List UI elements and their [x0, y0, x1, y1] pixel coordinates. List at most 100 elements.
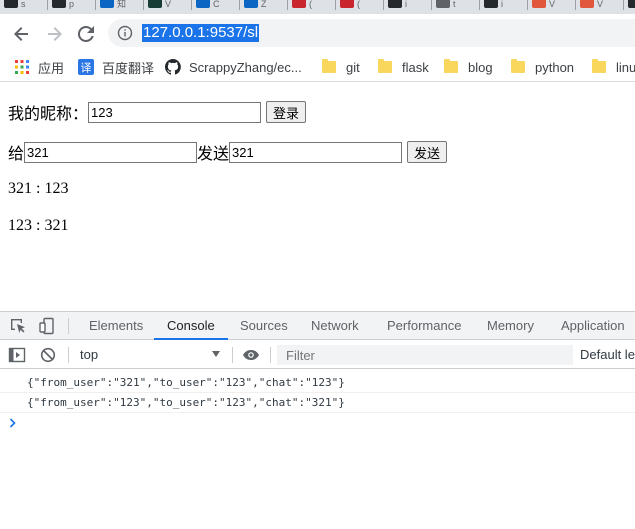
browser-tab[interactable]: 知 — [96, 0, 144, 14]
bookmark-folder-linux[interactable]: linu — [592, 58, 635, 76]
message-input[interactable] — [229, 141, 403, 163]
favicon-icon — [532, 0, 546, 8]
favicon-icon — [340, 0, 354, 8]
log-levels-dropdown[interactable]: Default le — [580, 347, 635, 362]
send-button[interactable]: 发送 — [407, 141, 448, 163]
bookmark-folder-blog[interactable]: blog — [444, 58, 493, 76]
bookmark-label: python — [535, 59, 575, 75]
favicon-icon — [4, 0, 18, 8]
translate-icon: 译 — [78, 59, 94, 75]
devtools-panel: Elements Console Sources Network Perform… — [0, 311, 635, 528]
tab-title: s — [21, 0, 26, 9]
bookmark-apps[interactable]: 应用 — [14, 58, 64, 76]
device-toolbar-icon[interactable] — [38, 317, 56, 335]
login-button[interactable]: 登录 — [266, 101, 307, 123]
info-icon[interactable] — [117, 25, 133, 41]
back-button[interactable] — [10, 22, 34, 46]
eye-icon[interactable] — [242, 346, 260, 364]
tab-performance[interactable]: Performance — [387, 312, 461, 340]
favicon-icon — [628, 0, 635, 8]
browser-tab[interactable]: V — [144, 0, 192, 14]
tab-elements[interactable]: Elements — [89, 312, 143, 340]
dropdown-arrow-icon[interactable] — [212, 351, 220, 357]
toolbar-divider — [68, 347, 69, 363]
favicon-icon — [244, 0, 258, 8]
sidebar-toggle-icon[interactable] — [8, 346, 26, 364]
send-form: 给 发送 发送 — [8, 140, 448, 164]
browser-tab[interactable]: V — [528, 0, 576, 14]
browser-tab[interactable]: ( — [336, 0, 384, 14]
favicon-icon — [196, 0, 210, 8]
browser-tab[interactable]: p — [48, 0, 96, 14]
folder-icon — [378, 59, 392, 73]
tab-memory[interactable]: Memory — [487, 312, 534, 340]
tab-title: V — [549, 0, 556, 9]
page-content: 我的昵称： 登录 给 发送 发送 321 : 123 123 : 321 — [0, 83, 635, 311]
reload-icon — [77, 25, 94, 42]
to-label: 给 — [8, 146, 25, 163]
console-log-line: {"from_user":"123","to_user":"123","chat… — [0, 393, 635, 413]
console-toolbar: top Default le — [0, 341, 635, 369]
send-label: 发送 — [197, 146, 230, 163]
browser-tab[interactable]: i — [384, 0, 432, 14]
favicon-icon — [580, 0, 594, 8]
folder-icon — [592, 59, 606, 73]
browser-tab[interactable]: i — [480, 0, 528, 14]
inspect-element-icon[interactable] — [9, 317, 27, 335]
bookmark-label: 应用 — [38, 60, 65, 76]
browser-tab[interactable]: Z — [240, 0, 288, 14]
tab-title: i — [501, 0, 503, 9]
github-icon — [165, 59, 181, 75]
favicon-icon — [436, 0, 450, 8]
tab-title: ( — [357, 0, 360, 9]
tab-title: C — [213, 0, 220, 9]
tab-title: V — [165, 0, 172, 9]
favicon-icon — [148, 0, 162, 8]
tab-title: 知 — [117, 0, 127, 9]
favicon-icon — [388, 0, 402, 8]
console-filter-input[interactable] — [277, 345, 573, 365]
tab-title: i — [405, 0, 407, 9]
apps-grid-icon — [15, 60, 29, 74]
address-bar[interactable]: 127.0.0.1:9537/sl — [108, 19, 635, 47]
bookmark-label: git — [346, 59, 360, 75]
browser-tab[interactable]: ( — [288, 0, 336, 14]
context-selector[interactable]: top — [80, 347, 98, 362]
bookmark-folder-git[interactable]: git — [322, 58, 360, 76]
bookmark-label: ScrappyZhang/ec... — [189, 59, 302, 75]
bookmark-folder-flask[interactable]: flask — [378, 58, 429, 76]
browser-toolbar: 127.0.0.1:9537/sl — [0, 14, 635, 52]
browser-tab[interactable]: s — [0, 0, 48, 14]
tab-network[interactable]: Network — [311, 312, 359, 340]
clear-console-icon[interactable] — [39, 346, 57, 364]
toolbar-divider — [270, 347, 271, 363]
browser-tab[interactable]: C — [192, 0, 240, 14]
bookmark-folder-python[interactable]: python — [511, 58, 574, 76]
browser-tab[interactable] — [624, 0, 635, 14]
chat-message: 321 : 123 — [8, 180, 69, 197]
folder-icon — [322, 59, 336, 73]
nickname-label: 我的昵称： — [8, 106, 89, 123]
tab-sources[interactable]: Sources — [240, 312, 288, 340]
to-user-input[interactable] — [24, 141, 198, 163]
bookmark-label: 百度翻译 — [102, 60, 155, 76]
chat-message: 123 : 321 — [8, 217, 69, 234]
browser-tab-strip: s p 知 V C Z ((i t i V V — [0, 0, 635, 14]
tab-application[interactable]: Application — [561, 312, 625, 340]
svg-text:译: 译 — [81, 62, 92, 75]
bookmark-baidu-translate[interactable]: 译 百度翻译 — [78, 58, 154, 76]
favicon-icon — [292, 0, 306, 8]
bookmarks-bar: 应用 译 百度翻译 ScrappyZhang/ec... git flask b… — [0, 52, 635, 82]
bookmark-github[interactable]: ScrappyZhang/ec... — [165, 58, 302, 76]
forward-button[interactable] — [42, 22, 66, 46]
console-prompt-icon[interactable] — [8, 417, 18, 429]
browser-tab[interactable]: t — [432, 0, 480, 14]
nickname-input[interactable] — [88, 101, 262, 123]
browser-tab[interactable]: V — [576, 0, 624, 14]
bookmark-label: flask — [402, 59, 429, 75]
reload-button[interactable] — [74, 22, 98, 46]
url-text[interactable]: 127.0.0.1:9537/sl — [142, 24, 260, 42]
tab-console[interactable]: Console — [154, 312, 228, 340]
favicon-icon — [100, 0, 114, 8]
bookmark-label: blog — [468, 59, 493, 75]
